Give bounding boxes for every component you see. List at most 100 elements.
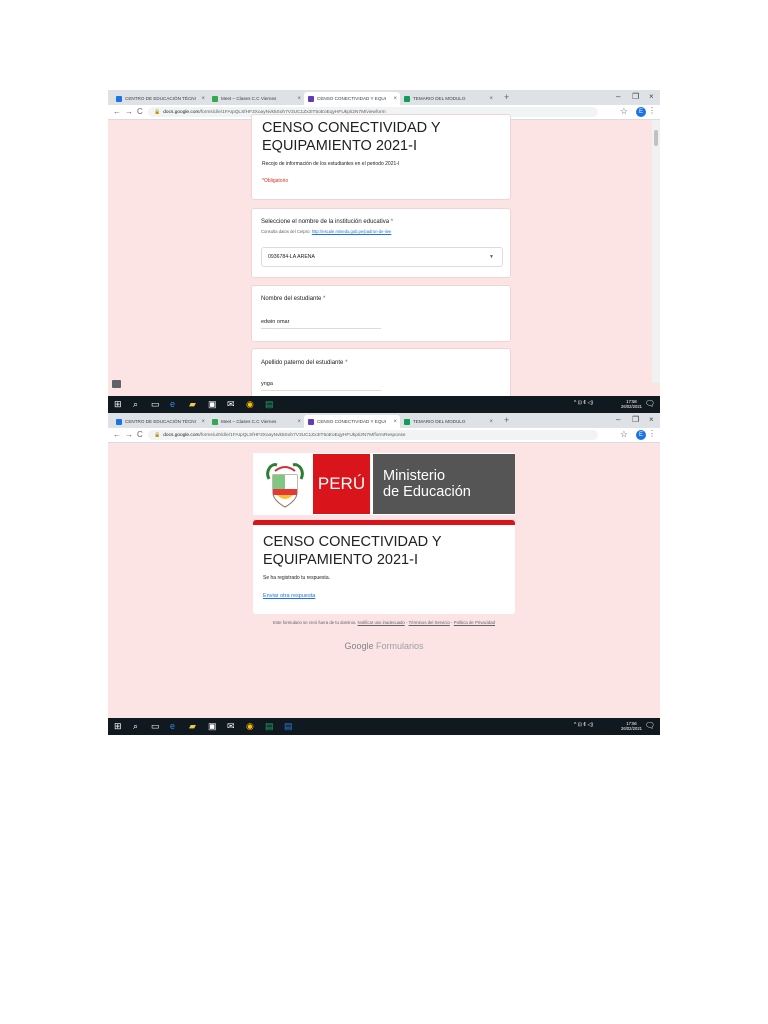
form-title: CENSO CONECTIVIDAD Y EQUIPAMIENTO 2021-I	[262, 120, 441, 154]
tab-close-icon[interactable]: ×	[201, 419, 205, 425]
search-icon[interactable]: ⌕	[133, 721, 138, 732]
tab-close-icon[interactable]: ×	[393, 419, 397, 425]
tab-close-icon[interactable]: ×	[489, 96, 493, 102]
question-label: Nombre del estudiante *	[261, 296, 325, 302]
tab-favicon-icon	[116, 418, 122, 425]
another-response-link[interactable]: Enviar otra respuesta	[263, 593, 315, 599]
address-bar[interactable]: 🔒 docs.google.com /forms/u/0/d/e/1FAIpQL…	[148, 430, 598, 440]
clock-date: 26/02/2021	[621, 404, 642, 409]
mail-icon[interactable]: ✉	[227, 721, 235, 732]
tab-close-icon[interactable]: ×	[201, 96, 205, 102]
windows-start-icon[interactable]: ⊞	[114, 721, 122, 732]
tab-title: CENTRO DE EDUCACIÓN TÉCNI	[125, 419, 196, 424]
url-host: docs.google.com	[163, 432, 200, 438]
privacy-link[interactable]: Política de Privacidad	[454, 620, 495, 625]
windows-start-icon[interactable]: ⊞	[114, 399, 122, 410]
excel-icon[interactable]: ▤	[265, 721, 274, 732]
tab-title: CENTRO DE EDUCACIÓN TÉCNI	[125, 96, 196, 101]
chrome-icon[interactable]: ◉	[246, 721, 254, 732]
nombre-input[interactable]: edwin omar	[261, 319, 381, 329]
new-tab-button[interactable]: +	[504, 92, 509, 102]
taskbar-clock[interactable]: 17:56 26/02/2021	[621, 721, 642, 731]
browser-tab-strip: CENTRO DE EDUCACIÓN TÉCNI × Meet – Clase…	[108, 413, 660, 428]
terms-link[interactable]: Términos del Servicio	[409, 620, 450, 625]
tab-centro-educacion[interactable]: CENTRO DE EDUCACIÓN TÉCNI ×	[112, 92, 208, 105]
required-asterisk: *	[390, 219, 394, 225]
question-label: Seleccione el nombre de la institución e…	[261, 219, 393, 225]
tab-censo[interactable]: CENSO CONECTIVIDAD Y EQUI ×	[304, 92, 400, 105]
ministerio-line-2: de Educación	[383, 484, 471, 500]
forward-arrow-icon[interactable]: →	[125, 430, 133, 439]
minimize-button[interactable]: –	[616, 92, 620, 101]
scrollbar-thumb[interactable]	[654, 130, 658, 146]
word-icon[interactable]: ▤	[284, 721, 293, 732]
profile-avatar[interactable]: E	[636, 430, 646, 440]
footer-prefix: Este formulario se creó fuera de tu domi…	[272, 620, 357, 625]
report-abuse-link[interactable]: Notificar uso inadecuado	[358, 620, 405, 625]
profile-avatar[interactable]: E	[636, 107, 646, 117]
question-hint: Consulta datos del Cetpro: http://escale…	[261, 229, 391, 234]
reload-icon[interactable]: C	[137, 430, 143, 439]
tab-close-icon[interactable]: ×	[489, 419, 493, 425]
menu-kebab-icon[interactable]: ⋮	[648, 106, 656, 115]
hint-text: Consulta datos del Cetpro:	[261, 229, 311, 234]
new-tab-button[interactable]: +	[504, 415, 509, 425]
back-arrow-icon[interactable]: ←	[113, 430, 121, 439]
bookmark-star-icon[interactable]: ☆	[620, 429, 628, 440]
reload-icon[interactable]: C	[137, 107, 143, 116]
file-explorer-icon[interactable]: ▰	[189, 721, 196, 732]
minimize-button[interactable]: –	[616, 415, 620, 424]
screenshot-form-filling: CENTRO DE EDUCACIÓN TÉCNI × Meet – Clase…	[108, 90, 660, 413]
page-scrollbar[interactable]	[652, 120, 660, 383]
tab-censo[interactable]: CENSO CONECTIVIDAD Y EQUI ×	[304, 415, 400, 428]
store-icon[interactable]: ▣	[208, 721, 217, 732]
search-icon[interactable]: ⌕	[133, 399, 138, 410]
notification-center-icon[interactable]: 🗨	[645, 399, 655, 408]
brand-forms: Formularios	[376, 641, 424, 651]
ministerio-logo: Ministerio de Educación	[373, 454, 515, 514]
screenshot-form-response: CENTRO DE EDUCACIÓN TÉCNI × Meet – Clase…	[108, 413, 660, 735]
edge-icon[interactable]: e	[170, 721, 175, 731]
back-arrow-icon[interactable]: ←	[113, 107, 121, 116]
store-icon[interactable]: ▣	[208, 399, 217, 410]
system-tray[interactable]: ^ ⊡ ¢ ◁)	[574, 722, 593, 728]
maximize-button[interactable]: ❐	[632, 415, 639, 424]
system-tray[interactable]: ^ ⊡ ¢ ◁)	[574, 400, 593, 406]
institucion-dropdown[interactable]: 0936784-LA ARENA ▼	[261, 247, 503, 267]
tab-centro-educacion[interactable]: CENTRO DE EDUCACIÓN TÉCNI ×	[112, 415, 208, 428]
tab-temario[interactable]: TEMARIO DEL MODULO ×	[400, 92, 496, 105]
dropdown-value: 0936784-LA ARENA	[268, 254, 316, 260]
ministerio-line-1: Ministerio	[383, 468, 446, 484]
tab-close-icon[interactable]: ×	[297, 96, 301, 102]
maximize-button[interactable]: ❐	[632, 92, 639, 101]
tab-close-icon[interactable]: ×	[297, 419, 301, 425]
tab-close-icon[interactable]: ×	[393, 96, 397, 102]
file-explorer-icon[interactable]: ▰	[189, 399, 196, 410]
peru-coat-of-arms-icon	[266, 463, 304, 508]
apellido-input[interactable]: ynga	[261, 381, 381, 391]
tab-temario[interactable]: TEMARIO DEL MODULO ×	[400, 415, 496, 428]
brand-google: Google	[344, 641, 374, 651]
close-window-button[interactable]: ×	[649, 415, 654, 424]
tab-title: TEMARIO DEL MODULO	[413, 419, 466, 424]
notification-center-icon[interactable]: 🗨	[645, 721, 655, 730]
tab-title: Meet – Clases C.C Viernes	[221, 96, 277, 101]
required-asterisk: *	[323, 296, 326, 302]
tab-meet[interactable]: Meet – Clases C.C Viernes ×	[208, 92, 304, 105]
mail-icon[interactable]: ✉	[227, 399, 235, 410]
bookmark-star-icon[interactable]: ☆	[620, 106, 628, 117]
edge-icon[interactable]: e	[170, 399, 175, 409]
taskbar-clock[interactable]: 17:58 26/02/2021	[621, 399, 642, 409]
feedback-icon[interactable]	[112, 380, 121, 388]
task-view-icon[interactable]: ▭	[151, 721, 160, 732]
padron-link[interactable]: http://escale.minedu.gob.pe/padron-de-ii…	[312, 229, 392, 234]
task-view-icon[interactable]: ▭	[151, 399, 160, 410]
meet-favicon-icon	[212, 95, 218, 102]
close-window-button[interactable]: ×	[649, 92, 654, 101]
forward-arrow-icon[interactable]: →	[125, 107, 133, 116]
excel-icon[interactable]: ▤	[265, 399, 274, 410]
forms-favicon-icon	[308, 418, 314, 425]
chrome-icon[interactable]: ◉	[246, 399, 254, 410]
tab-meet[interactable]: Meet – Clases C.C Viernes ×	[208, 415, 304, 428]
menu-kebab-icon[interactable]: ⋮	[648, 429, 656, 438]
